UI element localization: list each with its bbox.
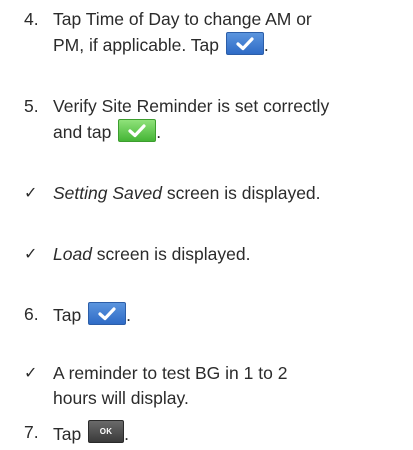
step-number: 4. xyxy=(24,9,39,29)
step-end: . xyxy=(126,305,131,325)
step-text-pre: Tap xyxy=(53,9,86,29)
step-text: Tap Time of Day to change AM or PM, if ap… xyxy=(53,7,407,58)
step-text-mid: to change AM or xyxy=(179,9,312,29)
step-7: 7. Tap OK. xyxy=(24,420,407,447)
checkmark-icon: ✓ xyxy=(24,185,38,202)
step-number: 5. xyxy=(24,96,39,116)
step-end: . xyxy=(124,424,129,444)
step-text: Tap . xyxy=(53,302,407,328)
checkmark-icon: ✓ xyxy=(24,246,38,263)
result-reminder: ✓ A reminder to test BG in 1 to 2 hours w… xyxy=(24,361,407,411)
step-text-line1: Verify Site Reminder is set correctly xyxy=(53,96,330,116)
step-5: 5. Verify Site Reminder is set correctly… xyxy=(24,94,407,145)
confirm-button-icon xyxy=(118,119,157,142)
result-text-rest: screen is displayed. xyxy=(161,183,321,203)
step-6: 6. Tap . xyxy=(24,302,407,328)
result-text-rest: screen is displayed. xyxy=(91,244,251,264)
result-text-line2: hours will display. xyxy=(53,388,189,408)
result-emphasis: Setting Saved xyxy=(53,183,162,203)
step-end: . xyxy=(156,122,162,142)
result-load-screen: ✓ Load screen is displayed. xyxy=(24,242,407,267)
confirm-button-icon xyxy=(225,32,264,55)
result-emphasis: Load xyxy=(53,244,92,264)
instructions-document: 4. Tap Time of Day to change AM or PM, if… xyxy=(0,0,413,450)
step-text-main: Tap xyxy=(53,424,82,444)
step-end: . xyxy=(263,35,269,55)
result-text: A reminder to test BG in 1 to 2 hours wil… xyxy=(53,361,407,411)
step-text-line2: PM, if applicable. Tap xyxy=(53,35,220,55)
checkmark-icon: ✓ xyxy=(24,365,38,382)
step-number: 6. xyxy=(24,304,39,324)
check-icon xyxy=(128,124,146,138)
step-4: 4. Tap Time of Day to change AM or PM, if… xyxy=(24,7,407,58)
step-text-line2: and tap xyxy=(53,122,112,142)
result-text: Setting Saved screen is displayed. xyxy=(53,181,407,206)
result-text-line1: A reminder to test BG in 1 to 2 xyxy=(53,363,288,383)
step-text: Tap OK. xyxy=(53,420,407,447)
check-icon xyxy=(98,307,116,321)
result-text: Load screen is displayed. xyxy=(53,242,407,267)
step-emphasis: Time of Day xyxy=(85,9,180,29)
ok-button-icon: OK xyxy=(88,420,125,443)
result-setting-saved: ✓ Setting Saved screen is displayed. xyxy=(24,181,407,206)
step-text: Verify Site Reminder is set correctly and… xyxy=(53,94,407,145)
step-number: 7. xyxy=(24,422,39,442)
step-text-main: Tap xyxy=(53,305,82,325)
confirm-button-icon xyxy=(88,302,127,325)
ok-label: OK xyxy=(99,427,113,436)
check-icon xyxy=(236,37,254,51)
